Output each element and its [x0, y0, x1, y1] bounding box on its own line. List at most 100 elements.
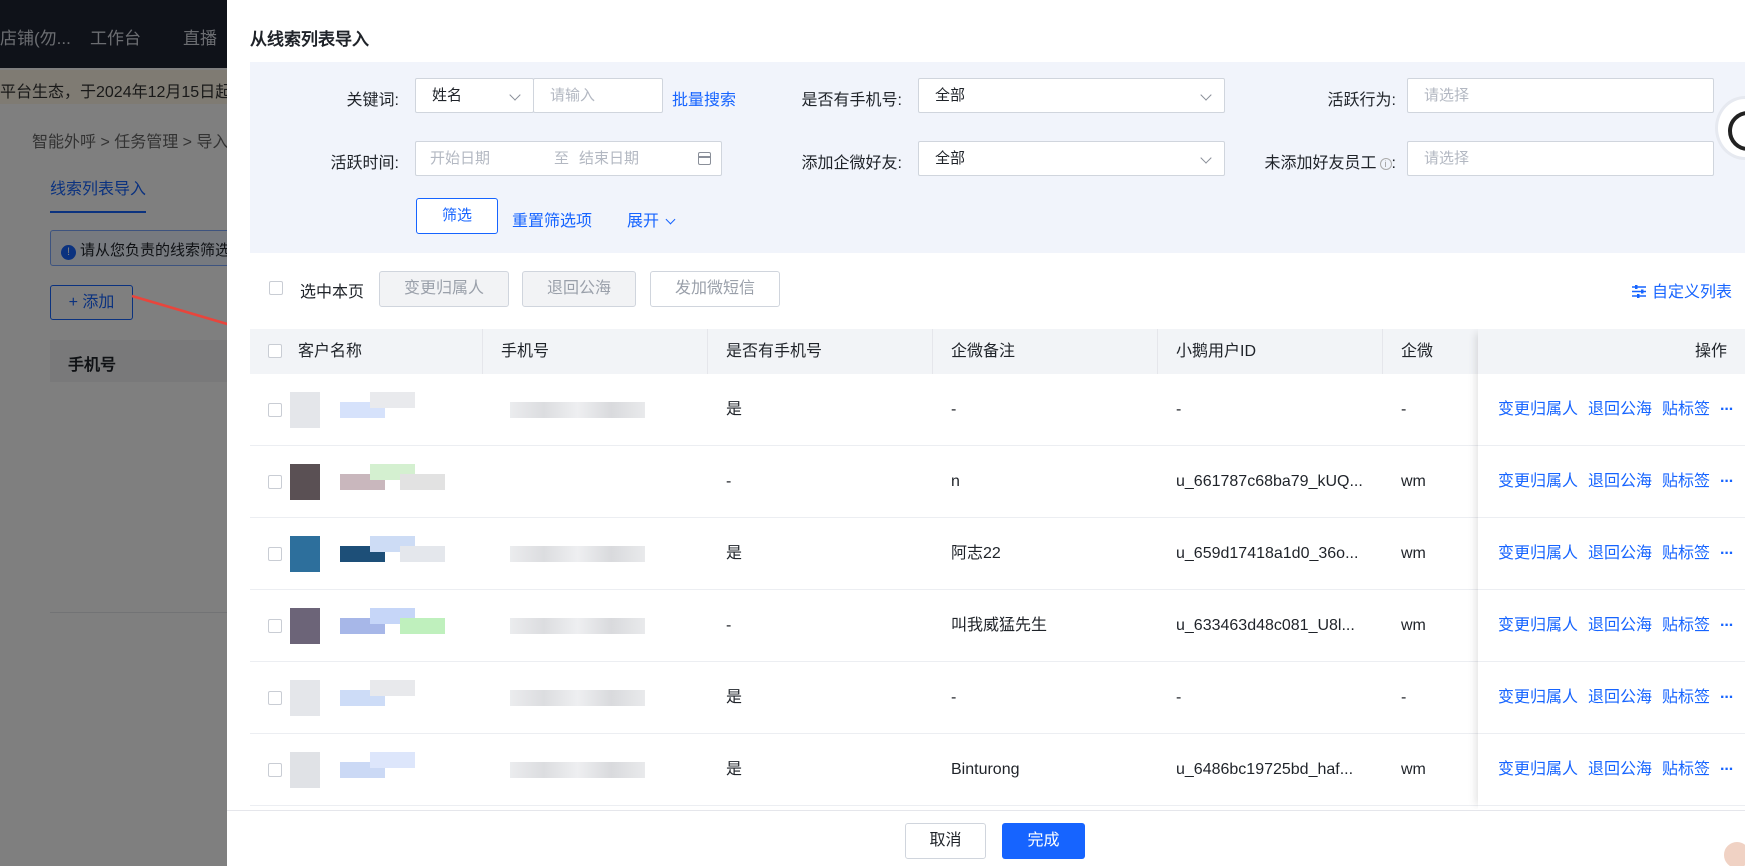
cell-wecom: -	[1401, 689, 1407, 706]
custom-columns-link[interactable]: 自定义列表	[1631, 278, 1732, 302]
import-drawer: 从线索列表导入 关键词: 姓名 请输入 批量搜索 是否有手机号: 全部 活跃行为…	[227, 0, 1745, 866]
th-remark: 企微备注	[933, 329, 1158, 374]
change-owner-link[interactable]: 变更归属人	[1498, 473, 1578, 490]
active-behavior-label: 活跃行为:	[1327, 92, 1396, 109]
select-page-checkbox[interactable]	[269, 281, 283, 295]
cell-remark: 叫我威猛先生	[951, 617, 1048, 634]
batch-search-link[interactable]: 批量搜索	[672, 86, 736, 110]
customer-name-redacted	[290, 390, 470, 430]
change-owner-link[interactable]: 变更归属人	[1498, 617, 1578, 634]
phone-redacted	[510, 534, 645, 574]
calendar-icon	[698, 152, 711, 165]
add-wecom-select[interactable]: 全部	[918, 141, 1225, 176]
expand-label: 展开	[627, 213, 660, 230]
cell-wecom: wm	[1401, 545, 1426, 562]
custom-columns-label: 自定义列表	[1651, 284, 1732, 301]
return-pool-button[interactable]: 退回公海	[522, 271, 636, 307]
return-pool-link[interactable]: 退回公海	[1588, 401, 1652, 418]
tag-link[interactable]: 贴标签	[1662, 689, 1710, 706]
info-icon[interactable]: i	[1379, 158, 1392, 170]
cell-user-id: -	[1176, 689, 1182, 706]
filter-button[interactable]: 筛选	[416, 198, 498, 234]
keyword-type-select[interactable]: 姓名	[415, 78, 534, 113]
keyword-label: 关键词:	[346, 92, 399, 109]
change-owner-link[interactable]: 变更归属人	[1498, 689, 1578, 706]
cell-user-id: u_661787c68ba79_kUQ...	[1176, 473, 1363, 490]
logo-icon	[1728, 111, 1745, 151]
has-phone-select[interactable]: 全部	[918, 78, 1225, 113]
cell-has-phone: 是	[726, 401, 743, 418]
chevron-down-icon	[1200, 152, 1212, 164]
phone-redacted	[510, 462, 645, 502]
cell-remark: -	[951, 689, 957, 706]
customer-name-redacted	[290, 750, 470, 790]
active-behavior-select[interactable]: 请选择	[1407, 78, 1714, 113]
row-checkbox[interactable]	[268, 691, 282, 705]
keyword-type-value: 姓名	[432, 87, 463, 104]
more-icon[interactable]: ···	[1720, 401, 1734, 418]
cell-has-phone: 是	[726, 689, 743, 706]
more-icon[interactable]: ···	[1720, 689, 1734, 706]
chevron-down-icon	[509, 89, 521, 101]
cell-remark: n	[951, 473, 960, 490]
not-added-staff-select[interactable]: 请选择	[1407, 141, 1714, 176]
tag-link[interactable]: 贴标签	[1662, 545, 1710, 562]
phone-redacted	[510, 606, 645, 646]
add-wecom-label: 添加企微好友:	[801, 155, 902, 172]
avatar[interactable]	[1722, 840, 1745, 866]
row-checkbox[interactable]	[268, 475, 282, 489]
end-date-input[interactable]: 结束日期	[579, 142, 639, 175]
cell-has-phone: 是	[726, 545, 743, 562]
drawer-footer: 取消 完成	[227, 810, 1745, 866]
row-actions: 变更归属人 退回公海 贴标签 ···	[1478, 374, 1745, 446]
cancel-button[interactable]: 取消	[905, 823, 986, 859]
customer-name-redacted	[290, 606, 470, 646]
more-icon[interactable]: ···	[1720, 617, 1734, 634]
row-actions: 变更归属人 退回公海 贴标签 ···	[1478, 734, 1745, 806]
more-icon[interactable]: ···	[1720, 545, 1734, 562]
row-checkbox[interactable]	[268, 403, 282, 417]
tag-link[interactable]: 贴标签	[1662, 401, 1710, 418]
customer-name-redacted	[290, 678, 470, 718]
more-icon[interactable]: ···	[1720, 473, 1734, 490]
change-owner-link[interactable]: 变更归属人	[1498, 761, 1578, 778]
date-range-picker[interactable]: 开始日期 至 结束日期	[415, 141, 722, 176]
phone-redacted	[510, 678, 645, 718]
more-icon[interactable]: ···	[1720, 761, 1734, 778]
date-separator: 至	[554, 150, 570, 167]
tag-link[interactable]: 贴标签	[1662, 473, 1710, 490]
not-added-staff-text: 未添加好友员工	[1264, 155, 1377, 172]
reset-filters-link[interactable]: 重置筛选项	[512, 207, 592, 231]
return-pool-link[interactable]: 退回公海	[1588, 761, 1652, 778]
keyword-input[interactable]: 请输入	[533, 78, 663, 113]
chevron-down-icon	[666, 214, 676, 225]
active-time-label: 活跃时间:	[330, 155, 399, 172]
expand-link[interactable]: 展开	[627, 207, 676, 231]
th-has-phone: 是否有手机号	[708, 329, 933, 374]
change-owner-button[interactable]: 变更归属人	[379, 271, 509, 307]
return-pool-link[interactable]: 退回公海	[1588, 689, 1652, 706]
chevron-down-icon	[1200, 89, 1212, 101]
change-owner-link[interactable]: 变更归属人	[1498, 401, 1578, 418]
return-pool-link[interactable]: 退回公海	[1588, 617, 1652, 634]
cell-has-phone: -	[726, 473, 732, 490]
row-actions: 变更归属人 退回公海 贴标签 ···	[1478, 446, 1745, 518]
cell-wecom: wm	[1401, 617, 1426, 634]
return-pool-link[interactable]: 退回公海	[1588, 545, 1652, 562]
return-pool-link[interactable]: 退回公海	[1588, 473, 1652, 490]
cell-user-id: -	[1176, 401, 1182, 418]
th-user-id: 小鹅用户ID	[1158, 329, 1383, 374]
tag-link[interactable]: 贴标签	[1662, 761, 1710, 778]
row-checkbox[interactable]	[268, 763, 282, 777]
tag-link[interactable]: 贴标签	[1662, 617, 1710, 634]
row-checkbox[interactable]	[268, 547, 282, 561]
leads-table: 客户名称 手机号 是否有手机号 企微备注 小鹅用户ID 企微 是 - - - - n u_6…	[250, 329, 1745, 809]
start-date-input[interactable]: 开始日期	[430, 142, 490, 175]
done-button[interactable]: 完成	[1002, 823, 1085, 859]
cell-wecom: -	[1401, 401, 1407, 418]
th-name: 客户名称	[280, 329, 483, 374]
cell-remark: 阿志22	[951, 545, 1001, 562]
send-sms-button[interactable]: 发加微短信	[650, 271, 780, 307]
change-owner-link[interactable]: 变更归属人	[1498, 545, 1578, 562]
row-checkbox[interactable]	[268, 619, 282, 633]
